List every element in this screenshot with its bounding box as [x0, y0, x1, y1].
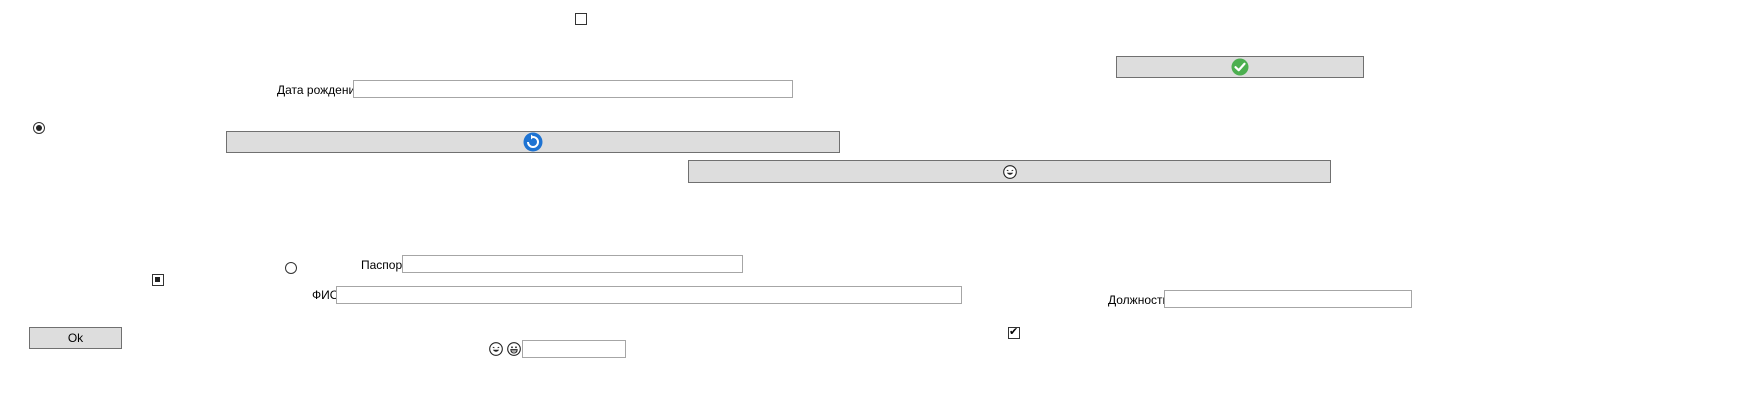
fio-input[interactable]	[336, 286, 962, 304]
confirm-button[interactable]	[1116, 56, 1364, 78]
small-text-input[interactable]	[522, 340, 626, 358]
blue-refresh-icon	[523, 132, 543, 152]
passport-radio-button[interactable]	[285, 262, 297, 274]
ok-button-label: Ok	[67, 331, 84, 345]
position-input[interactable]	[1164, 290, 1412, 308]
left-radio-button[interactable]	[33, 122, 45, 134]
passport-label: Паспорт	[361, 258, 408, 272]
bottom-checkbox[interactable]	[1008, 325, 1020, 339]
laughing-face-icon	[1002, 164, 1017, 179]
indeterminate-checkbox[interactable]	[152, 274, 164, 286]
emoji-button[interactable]	[688, 160, 1331, 183]
ok-button[interactable]: Ok	[29, 327, 122, 349]
top-checkbox[interactable]	[575, 13, 587, 25]
position-label: Должность	[1108, 293, 1169, 307]
birth-date-input[interactable]	[353, 80, 793, 98]
passport-input[interactable]	[402, 255, 743, 273]
laughing-face-icon	[489, 342, 503, 356]
refresh-button[interactable]	[226, 131, 840, 153]
grinning-face-icon	[507, 342, 521, 356]
birth-date-label: Дата рождения	[277, 83, 362, 97]
green-checkmark-icon	[1231, 58, 1249, 76]
